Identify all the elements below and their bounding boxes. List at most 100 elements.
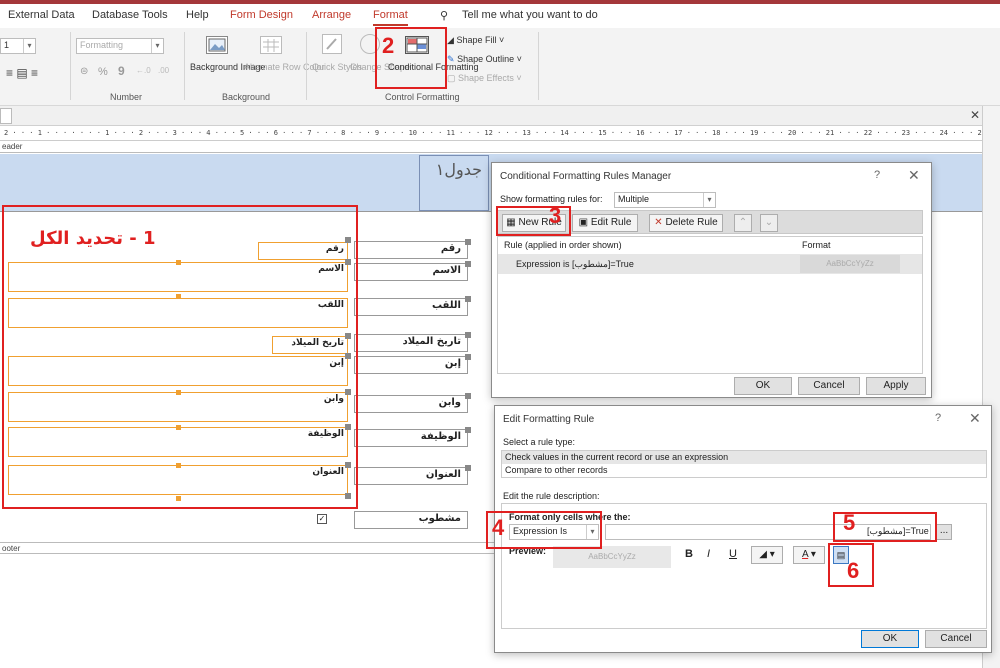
delete-rule-button[interactable]: ✕ Delete Rule [649, 214, 723, 232]
label-struck[interactable]: مشطوب [354, 511, 468, 529]
show-rules-select[interactable]: Multiple ▾ [614, 192, 716, 208]
help-icon[interactable]: ? [935, 412, 941, 424]
manager-ok-button[interactable]: OK [734, 377, 792, 395]
tab-external-data[interactable]: External Data [8, 9, 75, 21]
label-address[interactable]: العنوان [354, 467, 468, 485]
edit-desc-label: Edit the rule description: [503, 491, 600, 501]
decimal-increase-icon[interactable]: ←.0 [136, 66, 151, 75]
background-image-icon [206, 36, 228, 54]
annotation-number-4: 4 [492, 515, 505, 540]
close-icon[interactable]: ✕ [969, 410, 981, 427]
chevron-down-icon: ▾ [23, 39, 35, 53]
tab-database-tools[interactable]: Database Tools [92, 9, 168, 21]
tab-help[interactable]: Help [186, 9, 209, 21]
shape-effects-label: Shape Effects [458, 73, 514, 83]
help-icon[interactable]: ? [874, 169, 880, 181]
percent-icon[interactable]: % [98, 66, 108, 78]
label-birthdate[interactable]: تاريخ الميلاد [354, 334, 468, 352]
resize-handle[interactable] [465, 354, 471, 360]
chevron-down-icon: ▾ [703, 193, 715, 207]
manager-cancel-button[interactable]: Cancel [798, 377, 860, 395]
paint-bucket-icon: ◢ [447, 35, 454, 45]
rule-row-text: Expression is [مشطوب]=True [516, 259, 634, 269]
select-type-label: Select a rule type: [503, 437, 576, 447]
edit-rule-button[interactable]: ▣ Edit Rule [572, 214, 638, 232]
background-image-button[interactable]: Background Image [190, 61, 266, 73]
annotation-select-all: 1 - تحديد الكل [30, 228, 156, 249]
close-icon[interactable]: ✕ [970, 108, 980, 122]
edit-rule-label: Edit Rule [590, 217, 632, 228]
underline-button[interactable]: U [729, 548, 737, 560]
resize-handle[interactable] [465, 296, 471, 302]
shape-fill-button[interactable]: ◢ Shape Fill ˅ [447, 34, 504, 46]
label-job[interactable]: الوظيفة [354, 429, 468, 447]
rule-format-preview: AaBbCcYyZz [800, 255, 900, 273]
number-format-value: Formatting [80, 40, 124, 50]
font-color-button[interactable]: A ▾ [793, 546, 825, 564]
delete-rule-label: Delete Rule [665, 217, 718, 228]
label-raqm[interactable]: رقم [354, 241, 468, 259]
label-surname[interactable]: اللقب [354, 298, 468, 316]
object-tab[interactable] [0, 108, 12, 124]
alternate-row-color-button[interactable]: Alternate Row Color [244, 61, 325, 73]
bold-button[interactable]: B [685, 548, 693, 560]
fill-color-button[interactable]: ◢ ▾ [751, 546, 783, 564]
tab-format[interactable]: Format [373, 9, 408, 26]
resize-handle[interactable] [465, 393, 471, 399]
resize-handle[interactable] [465, 427, 471, 433]
group-label-number: Number [110, 92, 143, 102]
ribbon-separator [184, 32, 185, 100]
annotation-number-5: 5 [843, 510, 856, 535]
move-up-button[interactable]: ⌃ [734, 214, 752, 232]
struck-checkbox[interactable]: ✓ [317, 514, 327, 524]
edit-icon: ▣ [578, 217, 589, 228]
group-label-control-formatting: Control Formatting [385, 92, 460, 102]
resize-handle[interactable] [465, 332, 471, 338]
resize-handle[interactable] [465, 239, 471, 245]
label-name[interactable]: الاسم [354, 263, 468, 281]
form-header-bar[interactable]: eader [0, 141, 982, 153]
quick-styles-button[interactable]: Quick Styles [312, 61, 362, 73]
rules-manager-dialog: Conditional Formatting Rules Manager ? ✕… [491, 162, 932, 398]
comma-icon[interactable]: 9 [118, 64, 125, 78]
italic-button[interactable]: I [707, 548, 710, 560]
tell-me-box[interactable]: Tell me what you want to do [462, 9, 598, 21]
ribbon-separator [306, 32, 307, 100]
ribbon-separator [70, 32, 71, 100]
shape-outline-button[interactable]: ✎ Shape Outline ˅ [447, 53, 522, 65]
quick-styles-icon [322, 34, 342, 54]
expression-builder-button[interactable]: ... [936, 524, 952, 540]
decimal-decrease-icon[interactable]: .00 [158, 66, 169, 75]
edit-cancel-button[interactable]: Cancel [925, 630, 987, 648]
col-header-rule: Rule (applied in order shown) [504, 240, 622, 250]
shape-effects-button[interactable]: ▢ Shape Effects ˅ [447, 72, 522, 84]
form-title-label[interactable]: جدول١ [419, 155, 489, 211]
font-size-combo[interactable]: 1 ▾ [0, 38, 36, 54]
chevron-down-icon: ▾ [151, 39, 163, 53]
font-color-icon: A [802, 549, 809, 560]
pencil-icon: ✎ [447, 54, 455, 64]
label-waibn[interactable]: وابن [354, 395, 468, 413]
rules-manager-title: Conditional Formatting Rules Manager [500, 171, 672, 182]
currency-icon[interactable]: ⊜ [80, 66, 88, 77]
close-icon[interactable]: ✕ [908, 167, 920, 184]
rule-type-expression[interactable]: Check values in the current record or us… [505, 452, 728, 462]
horizontal-ruler: 2 · · · 1 · · · · · · · 1 · · · 2 · · · … [0, 127, 982, 141]
tab-form-design[interactable]: Form Design [230, 9, 293, 21]
annotation-number-2: 2 [382, 33, 395, 58]
edit-ok-button[interactable]: OK [861, 630, 919, 648]
ribbon-separator [538, 32, 539, 100]
manager-apply-button[interactable]: Apply [866, 377, 926, 395]
move-down-button[interactable]: ⌄ [760, 214, 778, 232]
col-header-format: Format [802, 240, 831, 250]
rule-type-compare[interactable]: Compare to other records [505, 465, 608, 475]
resize-handle[interactable] [465, 261, 471, 267]
paint-bucket-icon: ◢ [759, 549, 767, 560]
document-tab-row: ✕ [0, 106, 1000, 126]
shape-fill-label: Shape Fill [456, 35, 497, 45]
tab-arrange[interactable]: Arrange [312, 9, 351, 21]
align-icons[interactable]: ≡ ▤ ≡ [6, 66, 38, 80]
number-format-combo[interactable]: Formatting ▾ [76, 38, 164, 54]
resize-handle[interactable] [465, 465, 471, 471]
label-ibn[interactable]: إبن [354, 356, 468, 374]
